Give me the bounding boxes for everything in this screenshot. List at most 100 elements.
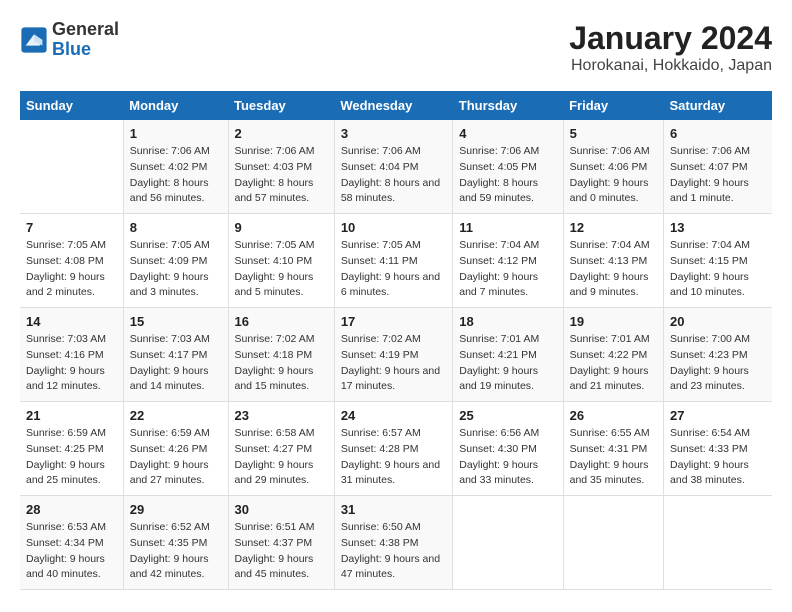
day-info: Sunrise: 6:53 AM Sunset: 4:34 PM Dayligh… [26,520,117,583]
day-number: 27 [670,408,766,423]
day-info: Sunrise: 7:06 AM Sunset: 4:03 PM Dayligh… [235,144,328,207]
weekday-header: Sunday [20,91,123,120]
day-info: Sunrise: 7:01 AM Sunset: 4:21 PM Dayligh… [459,332,556,395]
day-number: 3 [341,126,446,141]
calendar-cell: 22 Sunrise: 6:59 AM Sunset: 4:26 PM Dayl… [123,402,228,496]
day-number: 25 [459,408,556,423]
day-info: Sunrise: 7:05 AM Sunset: 4:08 PM Dayligh… [26,238,117,301]
day-info: Sunrise: 6:56 AM Sunset: 4:30 PM Dayligh… [459,426,556,489]
calendar-week-row: 7 Sunrise: 7:05 AM Sunset: 4:08 PM Dayli… [20,214,772,308]
calendar-cell [453,496,563,590]
calendar-cell: 31 Sunrise: 6:50 AM Sunset: 4:38 PM Dayl… [334,496,452,590]
calendar-cell: 27 Sunrise: 6:54 AM Sunset: 4:33 PM Dayl… [664,402,772,496]
calendar-cell: 2 Sunrise: 7:06 AM Sunset: 4:03 PM Dayli… [228,120,334,214]
day-info: Sunrise: 7:06 AM Sunset: 4:02 PM Dayligh… [130,144,222,207]
day-info: Sunrise: 6:59 AM Sunset: 4:26 PM Dayligh… [130,426,222,489]
calendar-cell: 24 Sunrise: 6:57 AM Sunset: 4:28 PM Dayl… [334,402,452,496]
day-info: Sunrise: 7:03 AM Sunset: 4:17 PM Dayligh… [130,332,222,395]
day-number: 18 [459,314,556,329]
day-info: Sunrise: 7:05 AM Sunset: 4:09 PM Dayligh… [130,238,222,301]
day-number: 22 [130,408,222,423]
calendar-cell: 11 Sunrise: 7:04 AM Sunset: 4:12 PM Dayl… [453,214,563,308]
calendar-cell: 7 Sunrise: 7:05 AM Sunset: 4:08 PM Dayli… [20,214,123,308]
calendar-cell [563,496,663,590]
day-number: 9 [235,220,328,235]
day-info: Sunrise: 7:06 AM Sunset: 4:05 PM Dayligh… [459,144,556,207]
day-info: Sunrise: 6:50 AM Sunset: 4:38 PM Dayligh… [341,520,446,583]
weekday-header: Saturday [664,91,772,120]
logo: General Blue [20,20,119,60]
calendar-cell: 8 Sunrise: 7:05 AM Sunset: 4:09 PM Dayli… [123,214,228,308]
calendar-cell: 16 Sunrise: 7:02 AM Sunset: 4:18 PM Dayl… [228,308,334,402]
day-info: Sunrise: 6:59 AM Sunset: 4:25 PM Dayligh… [26,426,117,489]
calendar-cell: 14 Sunrise: 7:03 AM Sunset: 4:16 PM Dayl… [20,308,123,402]
calendar-cell: 21 Sunrise: 6:59 AM Sunset: 4:25 PM Dayl… [20,402,123,496]
day-number: 10 [341,220,446,235]
day-number: 14 [26,314,117,329]
calendar-cell: 28 Sunrise: 6:53 AM Sunset: 4:34 PM Dayl… [20,496,123,590]
page-header: General Blue January 2024 Horokanai, Hok… [20,20,772,75]
day-info: Sunrise: 7:00 AM Sunset: 4:23 PM Dayligh… [670,332,766,395]
logo-text: General Blue [52,20,119,60]
day-number: 23 [235,408,328,423]
title-block: January 2024 Horokanai, Hokkaido, Japan [569,20,772,75]
calendar-cell: 20 Sunrise: 7:00 AM Sunset: 4:23 PM Dayl… [664,308,772,402]
day-number: 5 [570,126,657,141]
day-info: Sunrise: 7:05 AM Sunset: 4:11 PM Dayligh… [341,238,446,301]
day-number: 4 [459,126,556,141]
day-number: 12 [570,220,657,235]
page-title: January 2024 [569,20,772,57]
calendar-cell: 18 Sunrise: 7:01 AM Sunset: 4:21 PM Dayl… [453,308,563,402]
calendar-week-row: 14 Sunrise: 7:03 AM Sunset: 4:16 PM Dayl… [20,308,772,402]
calendar-cell: 3 Sunrise: 7:06 AM Sunset: 4:04 PM Dayli… [334,120,452,214]
day-number: 29 [130,502,222,517]
day-info: Sunrise: 7:06 AM Sunset: 4:06 PM Dayligh… [570,144,657,207]
day-number: 28 [26,502,117,517]
day-number: 26 [570,408,657,423]
day-number: 16 [235,314,328,329]
calendar-cell: 5 Sunrise: 7:06 AM Sunset: 4:06 PM Dayli… [563,120,663,214]
day-info: Sunrise: 7:06 AM Sunset: 4:07 PM Dayligh… [670,144,766,207]
calendar-cell: 26 Sunrise: 6:55 AM Sunset: 4:31 PM Dayl… [563,402,663,496]
calendar-cell: 4 Sunrise: 7:06 AM Sunset: 4:05 PM Dayli… [453,120,563,214]
day-info: Sunrise: 6:58 AM Sunset: 4:27 PM Dayligh… [235,426,328,489]
calendar-cell [664,496,772,590]
weekday-header: Wednesday [334,91,452,120]
calendar-cell: 1 Sunrise: 7:06 AM Sunset: 4:02 PM Dayli… [123,120,228,214]
day-info: Sunrise: 6:57 AM Sunset: 4:28 PM Dayligh… [341,426,446,489]
logo-icon [20,26,48,54]
calendar-week-row: 21 Sunrise: 6:59 AM Sunset: 4:25 PM Dayl… [20,402,772,496]
day-number: 2 [235,126,328,141]
day-info: Sunrise: 6:51 AM Sunset: 4:37 PM Dayligh… [235,520,328,583]
calendar-cell: 29 Sunrise: 6:52 AM Sunset: 4:35 PM Dayl… [123,496,228,590]
day-info: Sunrise: 7:02 AM Sunset: 4:18 PM Dayligh… [235,332,328,395]
day-number: 17 [341,314,446,329]
day-info: Sunrise: 7:06 AM Sunset: 4:04 PM Dayligh… [341,144,446,207]
day-number: 7 [26,220,117,235]
day-number: 1 [130,126,222,141]
calendar-cell: 15 Sunrise: 7:03 AM Sunset: 4:17 PM Dayl… [123,308,228,402]
day-number: 6 [670,126,766,141]
calendar-cell: 12 Sunrise: 7:04 AM Sunset: 4:13 PM Dayl… [563,214,663,308]
weekday-header: Friday [563,91,663,120]
day-info: Sunrise: 7:01 AM Sunset: 4:22 PM Dayligh… [570,332,657,395]
day-info: Sunrise: 7:05 AM Sunset: 4:10 PM Dayligh… [235,238,328,301]
day-number: 15 [130,314,222,329]
calendar-cell: 10 Sunrise: 7:05 AM Sunset: 4:11 PM Dayl… [334,214,452,308]
day-number: 20 [670,314,766,329]
calendar-cell: 23 Sunrise: 6:58 AM Sunset: 4:27 PM Dayl… [228,402,334,496]
calendar-cell: 19 Sunrise: 7:01 AM Sunset: 4:22 PM Dayl… [563,308,663,402]
weekday-header-row: SundayMondayTuesdayWednesdayThursdayFrid… [20,91,772,120]
weekday-header: Monday [123,91,228,120]
day-number: 13 [670,220,766,235]
day-number: 24 [341,408,446,423]
calendar-cell [20,120,123,214]
calendar-week-row: 1 Sunrise: 7:06 AM Sunset: 4:02 PM Dayli… [20,120,772,214]
calendar-cell: 6 Sunrise: 7:06 AM Sunset: 4:07 PM Dayli… [664,120,772,214]
day-info: Sunrise: 7:04 AM Sunset: 4:12 PM Dayligh… [459,238,556,301]
calendar-table: SundayMondayTuesdayWednesdayThursdayFrid… [20,91,772,590]
calendar-week-row: 28 Sunrise: 6:53 AM Sunset: 4:34 PM Dayl… [20,496,772,590]
calendar-cell: 13 Sunrise: 7:04 AM Sunset: 4:15 PM Dayl… [664,214,772,308]
day-info: Sunrise: 6:54 AM Sunset: 4:33 PM Dayligh… [670,426,766,489]
day-info: Sunrise: 6:52 AM Sunset: 4:35 PM Dayligh… [130,520,222,583]
